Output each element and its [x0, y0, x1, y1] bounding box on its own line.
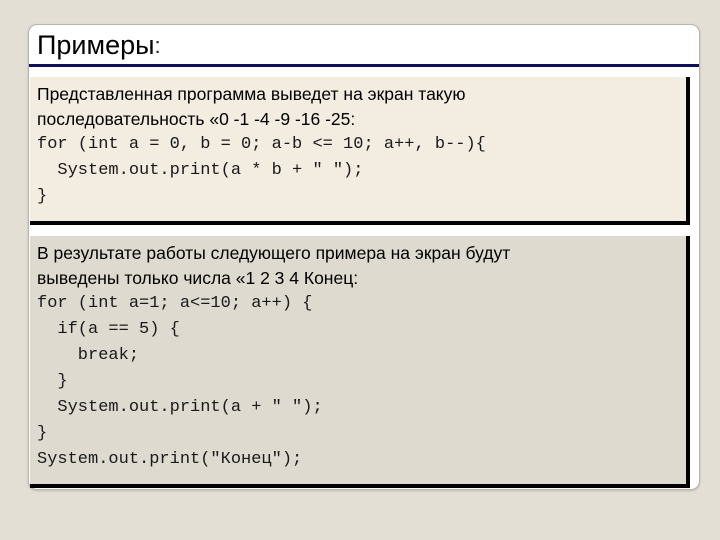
block-2-code-line-4: } [37, 372, 68, 391]
block-2-prose-line-1: В результате работы следующего примера н… [37, 243, 511, 263]
block-1-prose-line-2: последовательность «0 -1 -4 -9 -16 -25: [37, 109, 356, 129]
example-block-1: Представленная программа выведет на экра… [30, 77, 690, 225]
block-2-code-line-5: System.out.print(a + " "); [37, 398, 323, 417]
page-title: Примеры [37, 30, 155, 60]
title-underline-rule [29, 64, 699, 67]
block-1-code-line-2: System.out.print(a * b + " "); [37, 161, 364, 180]
slide: Примеры: Представленная программа выведе… [0, 0, 720, 540]
block-2-code-line-2: if(a == 5) { [37, 320, 180, 339]
block-2-code-line-7: System.out.print("Конец"); [37, 450, 303, 469]
block-1-code-line-3: } [37, 187, 48, 206]
block-2-prose-line-2: выведены только числа «1 2 3 4 Конец: [37, 268, 359, 288]
block-2-code-line-6: } [37, 424, 48, 443]
slide-title-area: Примеры: [28, 24, 700, 66]
block-1-prose-line-1: Представленная программа выведет на экра… [37, 84, 466, 104]
page-title-colon: : [154, 32, 161, 58]
block-2-code-line-3: break; [37, 346, 140, 365]
block-1-code-line-1: for (int a = 0, b = 0; a-b <= 10; a++, b… [37, 135, 486, 154]
block-2-code-line-1: for (int a=1; a<=10; a++) { [37, 294, 313, 313]
example-block-2: В результате работы следующего примера н… [30, 236, 690, 488]
